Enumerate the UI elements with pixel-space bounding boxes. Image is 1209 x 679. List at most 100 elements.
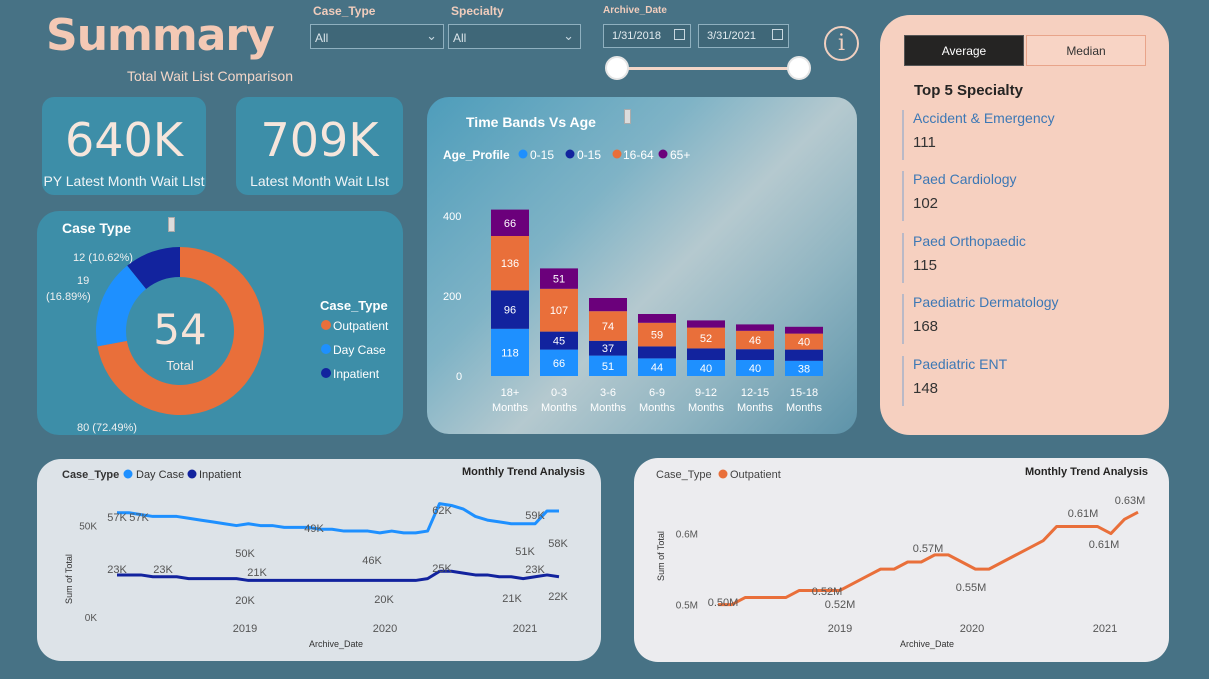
bar-data-label: 40 (749, 363, 761, 375)
data-label: 49K (304, 523, 324, 535)
calendar-icon[interactable] (772, 29, 783, 40)
case-type-dropdown-value: All (315, 31, 329, 45)
legend-item-inpatient[interactable]: Inpatient (333, 367, 380, 381)
legend-item-age-0-15a[interactable]: 0-15 (530, 148, 554, 162)
calendar-icon[interactable] (674, 29, 685, 40)
data-label: 23K (153, 564, 173, 576)
end-date-input[interactable]: 3/31/2021 (698, 24, 789, 48)
chevron-down-icon: ⌄ (563, 28, 574, 43)
kpi-label: Latest Month Wait LIst (250, 173, 389, 189)
y-tick: 0K (85, 613, 98, 624)
specialty-value: 102 (913, 195, 939, 212)
bar-segment[interactable] (638, 314, 676, 323)
specialty-name: Paediatric Dermatology (913, 294, 1059, 310)
legend-item-inpatient[interactable]: Inpatient (199, 469, 241, 481)
case-type-slicer-label: Case_Type (313, 4, 376, 18)
kpi-label: PY Latest Month Wait LIst (43, 173, 205, 189)
bar-data-label: 96 (504, 305, 516, 317)
trend2-xlabel: Archive_Date (900, 639, 954, 649)
specialty-value: 168 (913, 318, 939, 335)
bar-data-label: 107 (550, 305, 568, 317)
data-label: 23K (107, 564, 127, 576)
data-label: 0.61M (1089, 539, 1120, 551)
legend-marker (612, 149, 622, 159)
info-icon[interactable]: i (824, 26, 859, 61)
bar-data-label: 45 (553, 336, 565, 348)
bar-data-label: 51 (553, 274, 565, 286)
case-type-legend-title: Case_Type (320, 298, 388, 313)
x-tick-label: Months (688, 402, 725, 414)
specialty-name: Accident & Emergency (913, 110, 1055, 126)
bar-segment[interactable] (687, 348, 725, 360)
legend-item-outpatient[interactable]: Outpatient (333, 319, 389, 333)
trend-chart-1: Case_Type Day Case Inpatient Monthly Tre… (62, 466, 585, 649)
x-tick: 2019 (233, 623, 257, 635)
date-range-slider-track[interactable] (617, 67, 799, 70)
y-tick: 0.6M (676, 530, 698, 541)
y-tick: 400 (443, 211, 461, 223)
data-label: 0.57M (913, 543, 944, 555)
median-button[interactable]: Median (1026, 35, 1146, 66)
bar-data-label: 118 (501, 347, 519, 359)
data-label: 20K (374, 594, 394, 606)
start-date-input[interactable]: 1/31/2018 (603, 24, 691, 48)
trend1-title: Monthly Trend Analysis (462, 466, 585, 478)
data-label: 20K (235, 595, 255, 607)
legend-marker (718, 469, 728, 479)
legend-item-age-65plus[interactable]: 65+ (670, 148, 690, 162)
bar-data-label: 59 (651, 330, 663, 342)
legend-item-outpatient[interactable]: Outpatient (730, 469, 781, 481)
specialty-value: 148 (913, 380, 939, 397)
donut-label-daycase-value: 19 (77, 275, 89, 287)
x-tick-label: 15-18 (790, 387, 818, 399)
legend-marker (123, 469, 133, 479)
data-label: 0.55M (956, 582, 987, 594)
average-button[interactable]: Average (904, 35, 1024, 66)
x-tick: 2020 (373, 623, 397, 635)
specialty-item[interactable]: Paediatric ENT 148 (902, 356, 1007, 406)
data-label: 62K (432, 505, 452, 517)
series-line[interactable] (718, 510, 1139, 607)
x-tick-label: Months (639, 402, 676, 414)
x-tick-label: Months (737, 402, 774, 414)
bar-segment[interactable] (638, 346, 676, 359)
x-tick-label: 0-3 (551, 387, 567, 399)
data-label: 0.61M (1068, 508, 1099, 520)
bar-data-label: 66 (504, 218, 516, 230)
case-type-dropdown[interactable]: All ⌄ (310, 24, 444, 49)
chevron-down-icon: ⌄ (426, 28, 437, 43)
donut-label-outpatient: 80 (72.49%) (77, 422, 137, 434)
bar-segment[interactable] (785, 326, 823, 334)
legend-item-daycase[interactable]: Day Case (136, 469, 184, 481)
legend-item-age-16-64[interactable]: 16-64 (623, 148, 654, 162)
bar-segment[interactable] (736, 349, 774, 360)
legend-marker (658, 149, 668, 159)
kpi-card-py-wait-list: 640K PY Latest Month Wait LIst (42, 97, 206, 195)
page-subtitle: Total Wait List Comparison (127, 68, 293, 84)
legend-item-daycase[interactable]: Day Case (333, 343, 386, 357)
bar-segment[interactable] (785, 349, 823, 361)
bar-segment[interactable] (736, 324, 774, 331)
legend-item-age-0-15b[interactable]: 0-15 (577, 148, 601, 162)
specialty-item[interactable]: Paediatric Dermatology 168 (902, 294, 1059, 344)
bar-segment[interactable] (687, 320, 725, 328)
case-type-donut: 54 Total 12 (10.62%) 19 (16.89%) 80 (72.… (46, 247, 389, 434)
specialty-item[interactable]: Paed Orthopaedic 115 (902, 233, 1026, 283)
bar-data-label: 136 (501, 258, 519, 270)
specialty-item[interactable]: Accident & Emergency 111 (902, 110, 1055, 160)
bar-segment[interactable] (589, 298, 627, 312)
trend2-ylabel: Sum of Total (656, 531, 666, 581)
specialty-dropdown[interactable]: All ⌄ (448, 24, 581, 49)
date-slider-end-handle[interactable] (787, 56, 811, 80)
age-profile-legend-title: Age_Profile (443, 148, 510, 162)
data-label: 21K (247, 567, 267, 579)
date-slider-start-handle[interactable] (605, 56, 629, 80)
series-line[interactable] (117, 569, 560, 582)
x-tick: 2021 (1093, 623, 1117, 635)
x-tick-label: 9-12 (695, 387, 717, 399)
series-line[interactable] (117, 502, 559, 535)
trend1-ylabel: Sum of Total (64, 554, 74, 604)
donut-center-value: 54 (153, 305, 206, 354)
bar-data-label: 38 (798, 363, 810, 375)
specialty-item[interactable]: Paed Cardiology 102 (902, 171, 1017, 221)
